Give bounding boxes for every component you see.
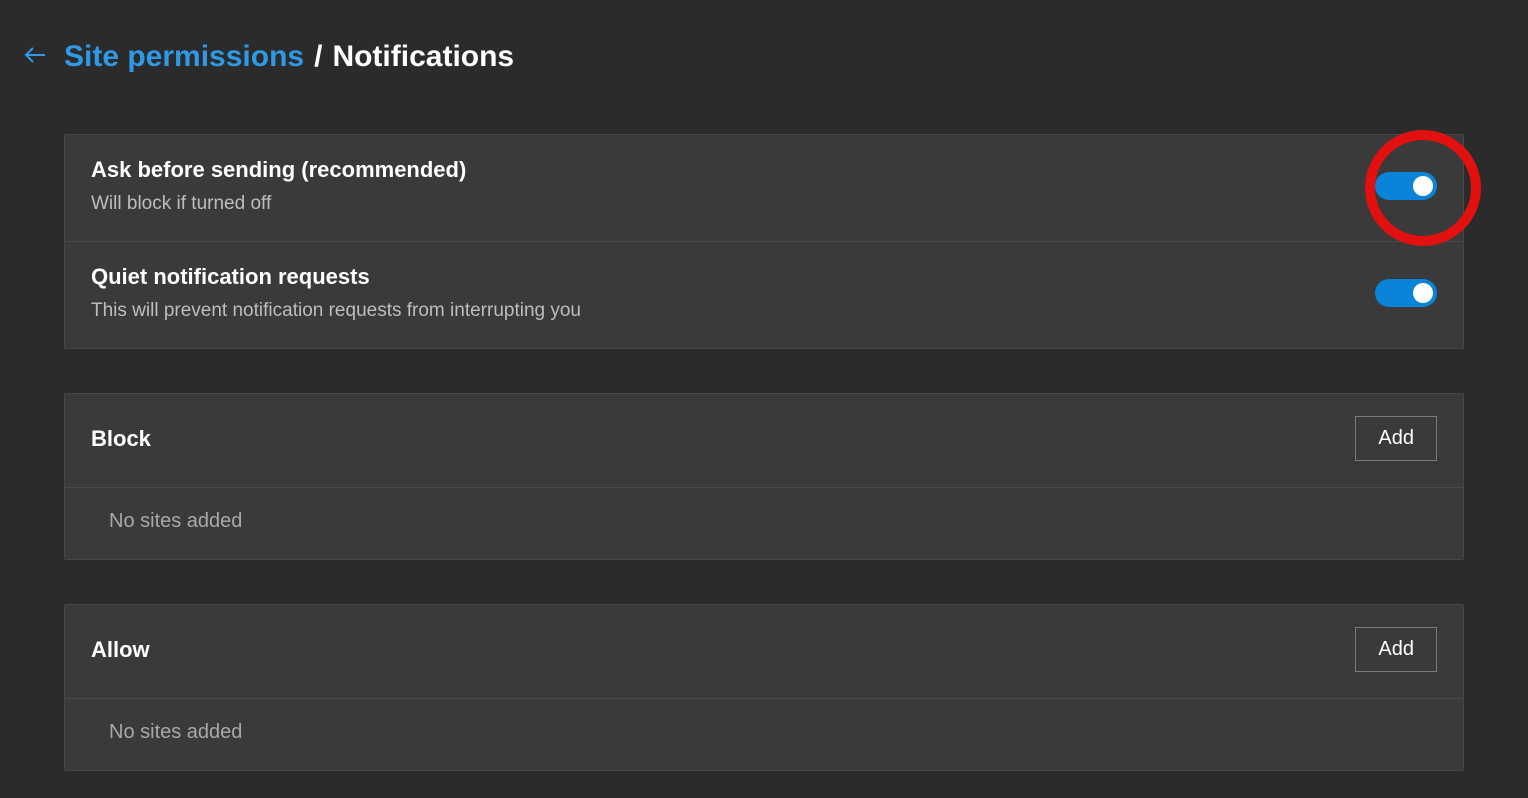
toggle-ask-before-sending[interactable] [1375, 172, 1437, 200]
setting-description: Will block if turned off [91, 193, 466, 215]
breadcrumb-current: Notifications [332, 40, 514, 74]
setting-description: This will prevent notification requests … [91, 300, 581, 322]
back-button[interactable] [20, 42, 50, 72]
setting-title: Quiet notification requests [91, 264, 581, 290]
toggle-knob [1413, 176, 1433, 196]
allow-panel: Allow Add No sites added [64, 604, 1464, 771]
block-title: Block [91, 426, 151, 452]
block-panel: Block Add No sites added [64, 393, 1464, 560]
toggle-quiet-requests[interactable] [1375, 279, 1437, 307]
block-add-button[interactable]: Add [1355, 416, 1437, 461]
block-empty-text: No sites added [109, 510, 242, 533]
allow-add-button[interactable]: Add [1355, 627, 1437, 672]
breadcrumb: Site permissions / Notifications [0, 40, 1528, 74]
settings-panel: Ask before sending (recommended) Will bl… [64, 134, 1464, 349]
block-empty-row: No sites added [65, 488, 1463, 559]
allow-empty-row: No sites added [65, 699, 1463, 770]
allow-title: Allow [91, 637, 150, 663]
toggle-knob [1413, 283, 1433, 303]
setting-quiet-requests: Quiet notification requests This will pr… [65, 242, 1463, 348]
allow-empty-text: No sites added [109, 721, 242, 744]
arrow-left-icon [23, 43, 47, 72]
setting-title: Ask before sending (recommended) [91, 157, 466, 183]
block-header: Block Add [65, 394, 1463, 488]
breadcrumb-separator: / [314, 40, 322, 74]
breadcrumb-parent-link[interactable]: Site permissions [64, 40, 304, 74]
setting-ask-before-sending: Ask before sending (recommended) Will bl… [65, 135, 1463, 242]
allow-header: Allow Add [65, 605, 1463, 699]
